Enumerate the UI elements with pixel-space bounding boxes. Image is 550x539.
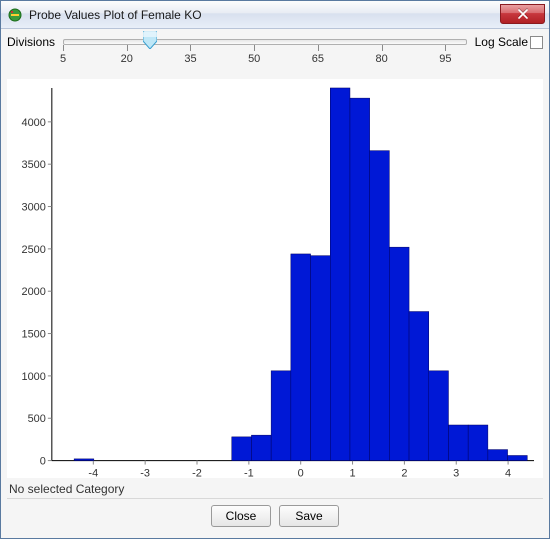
slider-tick-label: 65 [312,53,324,65]
slider-thumb[interactable] [143,31,157,49]
svg-text:3500: 3500 [22,159,46,171]
svg-text:1000: 1000 [22,371,46,383]
svg-text:-4: -4 [88,468,98,480]
svg-text:4000: 4000 [22,117,46,129]
window-title: Probe Values Plot of Female KO [29,8,494,22]
svg-text:-3: -3 [140,468,150,480]
svg-text:-2: -2 [192,468,202,480]
svg-text:4: 4 [505,468,511,480]
svg-text:1: 1 [350,468,356,480]
log-scale-checkbox[interactable] [530,36,543,49]
slider-tick [318,45,319,51]
svg-text:2500: 2500 [22,244,46,256]
svg-text:-1: -1 [244,468,254,480]
histogram-plot: 0 500 1000 1500 2000 2500 3000 3500 4000 -4 -3 -2 -1… [8,80,542,488]
slider-tick [382,45,383,51]
svg-text:0: 0 [298,468,304,480]
app-icon [7,7,23,23]
slider-tick-label: 50 [248,53,260,65]
svg-text:2: 2 [401,468,407,480]
log-scale-control: Log Scale [475,33,543,49]
titlebar: Probe Values Plot of Female KO [1,1,549,29]
slider-tick-label: 80 [376,53,388,65]
svg-text:3: 3 [453,468,459,480]
svg-text:3000: 3000 [22,202,46,214]
slider-tick-label: 95 [439,53,451,65]
close-button[interactable]: Close [211,505,271,527]
dialog-window: Probe Values Plot of Female KO Divisions… [0,0,550,539]
svg-text:0: 0 [40,456,46,468]
slider-tick [445,45,446,51]
slider-tick-label: 35 [184,53,196,65]
slider-tick [254,45,255,51]
slider-tick [63,45,64,51]
close-icon [517,9,529,19]
close-window-button[interactable] [500,4,545,24]
svg-text:1500: 1500 [22,329,46,341]
svg-text:500: 500 [28,413,46,425]
content-area: Divisions 5203550658095 Log Scale 050010… [1,29,549,538]
divisions-slider[interactable]: 5 20 35 50 65 80 95 [59,33,471,77]
slider-track [63,39,467,45]
controls-row: Divisions 5 20 35 50 65 80 95 Log Scale [7,33,543,79]
log-scale-label: Log Scale [475,35,528,49]
slider-tick [127,45,128,51]
slider-tick [190,45,191,51]
button-row: Close Save [7,498,543,532]
svg-text:2000: 2000 [22,286,46,298]
save-button[interactable]: Save [279,505,339,527]
divisions-label: Divisions [7,33,55,49]
slider-tick-label: 5 [60,53,66,65]
chart-area: 0 500 1000 1500 2000 2500 3000 3500 4000 -4 -3 -2 -1… [7,79,543,478]
slider-tick-label: 20 [121,53,133,65]
